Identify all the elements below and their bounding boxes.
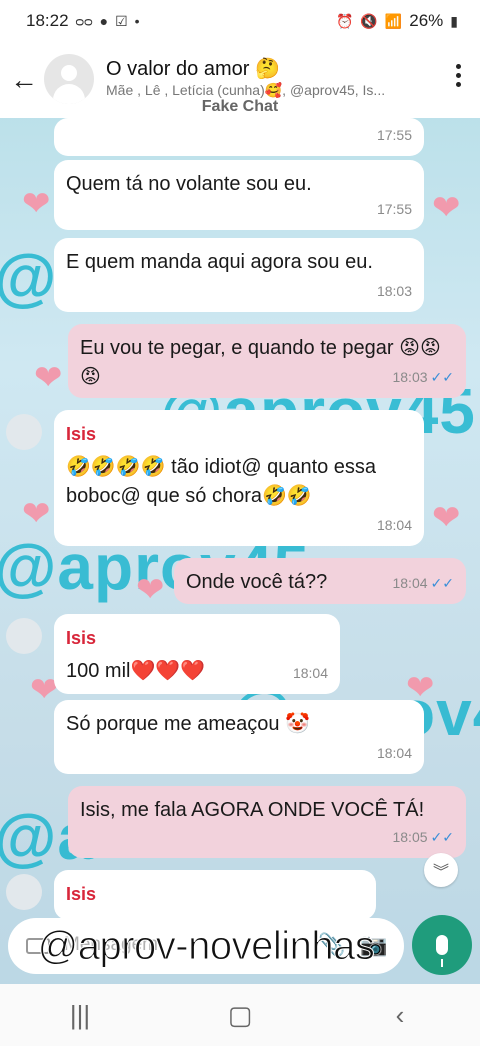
alarm-icon: ⏰ — [335, 12, 354, 29]
status-time: 18:22 — [26, 11, 69, 30]
message-bubble-outgoing[interactable]: Onde você tá?? 18:04 ✓✓ — [174, 558, 466, 604]
fake-chat-label: Fake Chat — [201, 98, 279, 115]
message-bubble-outgoing[interactable]: Isis, me fala AGORA ONDE VOCÊ TÁ! 18:05 ✓… — [68, 786, 466, 858]
message-text: Quem tá no volante sou eu. — [66, 173, 312, 195]
sender-avatar[interactable] — [6, 874, 42, 910]
message-time: 18:04 — [292, 665, 328, 681]
read-ticks-icon: ✓✓ — [430, 369, 454, 385]
chevron-down-icon[interactable]: ︾ — [424, 853, 458, 887]
message-bubble-outgoing[interactable]: Eu vou te pegar, e quando te pegar 😡😡😡 1… — [68, 324, 466, 398]
chat-title[interactable]: O valor do amor 🤔 — [106, 56, 280, 81]
message-time: 18:03 — [376, 283, 412, 299]
message-bubble-incoming[interactable]: E quem manda aqui agora sou eu. 18:03 — [54, 238, 424, 312]
mute-icon: 🔇 — [360, 12, 378, 29]
message-time: 18:04 ✓✓ — [392, 575, 454, 591]
message-bubble-incoming[interactable]: Isis 🤣🤣🤣🤣 tão idiot@ quanto essa boboc@ … — [54, 410, 424, 546]
message-bubble-incoming[interactable]: 17:55 — [54, 118, 424, 156]
back-arrow-icon[interactable]: ← — [10, 64, 38, 96]
home-icon[interactable]: ▢ — [200, 1000, 280, 1031]
read-ticks-icon: ✓✓ — [430, 829, 454, 845]
group-avatar[interactable] — [44, 54, 94, 104]
message-time: 18:03 ✓✓ — [392, 369, 454, 385]
heart-decoration-icon: ❤ — [432, 189, 461, 227]
message-text: E quem manda aqui agora sou eu. — [66, 251, 373, 273]
heart-decoration-icon: ❤ — [432, 499, 461, 537]
voicemail-icon: ᴑᴑ — [75, 13, 93, 29]
mic-icon[interactable] — [412, 915, 472, 975]
message-text: Só porque me ameaçou 🤡 — [66, 713, 310, 735]
sender-name[interactable]: Isis — [66, 880, 364, 909]
recents-icon[interactable]: ||| — [40, 1000, 120, 1031]
message-time: 17:55 — [376, 127, 412, 143]
message-text: 🤣🤣🤣🤣 tão idiot@ quanto essa boboc@ que s… — [66, 456, 377, 507]
status-bar: 18:22 ᴑᴑ ● ☑ • ⏰ 🔇 📶 26% ▮ — [0, 0, 480, 42]
chat-participants[interactable]: Mãe , Lê , Letícia (cunha)🥰, @aprov45, I… — [106, 82, 418, 99]
back-nav-icon[interactable]: ‹ — [360, 1000, 440, 1031]
battery-icon: ▮ — [450, 12, 458, 29]
kebab-menu-icon[interactable] — [456, 64, 462, 91]
check-icon: ☑ — [115, 12, 128, 29]
message-bubble-incoming[interactable]: Quem tá no volante sou eu. 17:55 — [54, 160, 424, 230]
message-text: 100 mil❤️❤️❤️ — [66, 660, 206, 682]
message-text: Eu vou te pegar, e quando te pegar 😡😡😡 — [80, 337, 441, 388]
sender-name[interactable]: Isis — [66, 624, 328, 653]
wifi-icon: 📶 — [384, 12, 403, 29]
system-nav-bar: ||| ▢ ‹ — [0, 984, 480, 1046]
message-text: Onde você tá?? — [186, 571, 328, 593]
message-bubble-incoming[interactable]: Isis — [54, 870, 376, 920]
dot-icon: • — [134, 13, 140, 29]
heart-decoration-icon: ❤ — [136, 571, 165, 609]
heart-decoration-icon: ❤ — [34, 359, 63, 397]
overlay-watermark-text: @aprov-novelinhas — [37, 923, 375, 968]
message-time: 17:55 — [376, 201, 412, 217]
sender-avatar[interactable] — [6, 618, 42, 654]
chat-screen: 18:22 ᴑᴑ ● ☑ • ⏰ 🔇 📶 26% ▮ ← O valor do … — [0, 0, 480, 1046]
heart-decoration-icon: ❤ — [22, 495, 51, 533]
sender-name[interactable]: Isis — [66, 420, 412, 449]
message-bubble-incoming[interactable]: Só porque me ameaçou 🤡 18:04 — [54, 700, 424, 774]
message-time: 18:04 — [376, 745, 412, 761]
battery-level: 26% — [409, 11, 444, 30]
message-time: 18:05 ✓✓ — [392, 829, 454, 845]
heart-decoration-icon: ❤ — [22, 185, 51, 223]
message-bubble-incoming[interactable]: Isis 100 mil❤️❤️❤️ 18:04 — [54, 614, 340, 694]
read-ticks-icon: ✓✓ — [430, 575, 454, 591]
sender-avatar[interactable] — [6, 414, 42, 450]
message-input[interactable]: Mensagem 📎 📷 @aprov-novelinhas — [8, 918, 404, 974]
message-time: 18:04 — [376, 517, 412, 533]
message-text: Isis, me fala AGORA ONDE VOCÊ TÁ! — [80, 799, 425, 821]
chat-icon: ● — [99, 13, 109, 29]
